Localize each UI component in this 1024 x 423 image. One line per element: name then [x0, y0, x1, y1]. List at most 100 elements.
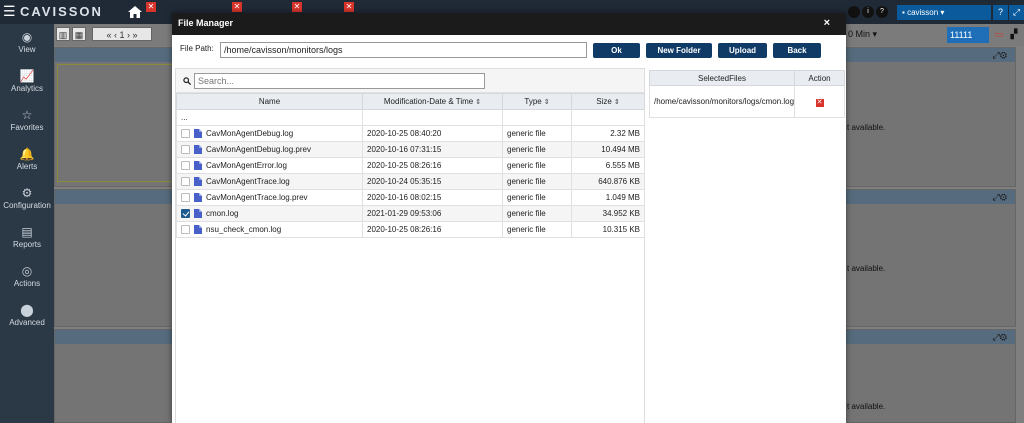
file-icon: [194, 129, 202, 139]
info-icon[interactable]: i: [862, 6, 874, 18]
file-checkbox[interactable]: [181, 225, 190, 235]
selected-file-path: /home/cavisson/monitors/logs/cmon.log: [649, 85, 795, 118]
layout-icon[interactable]: ▞: [1008, 27, 1020, 41]
selected-file-row: /home/cavisson/monitors/logs/cmon.log ✕: [649, 85, 845, 118]
dialog-header: File Manager ×: [172, 13, 846, 35]
file-icon: [194, 145, 202, 155]
upload-button[interactable]: Upload: [718, 43, 767, 58]
column-header-type[interactable]: Type ⇕: [502, 93, 572, 110]
not-available-text: t available.: [847, 402, 886, 411]
panel-settings-icon[interactable]: ⤢⚙: [993, 50, 1007, 61]
file-checkbox[interactable]: [181, 177, 190, 187]
close-icon[interactable]: ×: [824, 17, 830, 29]
file-icon: [194, 193, 202, 203]
column-header-size[interactable]: Size ⇕: [571, 93, 645, 110]
file-modified: 2020-10-24 05:35:15: [362, 173, 503, 190]
file-checkbox[interactable]: [181, 209, 190, 219]
file-size: 6.555 MB: [571, 157, 645, 174]
sidebar-item-view[interactable]: ◉ View: [0, 26, 54, 65]
help-circle-icon[interactable]: ?: [876, 6, 888, 18]
help-icon[interactable]: ?: [993, 5, 1008, 20]
search-icon: [183, 77, 191, 85]
sidebar-item-favorites[interactable]: ☆ Favorites: [0, 104, 54, 143]
table-row[interactable]: CavMonAgentTrace.log.prev 2020-10-16 08:0…: [176, 189, 645, 206]
document-icon: ▤: [21, 225, 33, 239]
file-modified: 2020-10-25 08:40:20: [362, 125, 503, 142]
file-size: 10.315 KB: [571, 221, 645, 238]
file-name: CavMonAgentDebug.log: [206, 128, 294, 138]
ok-button[interactable]: Ok: [593, 43, 640, 58]
panel-settings-icon[interactable]: ⤢⚙: [993, 332, 1007, 343]
sidebar-item-configuration[interactable]: ⚙ Configuration: [0, 182, 54, 221]
file-icon: [194, 225, 202, 235]
table-row[interactable]: nsu_check_cmon.log 2020-10-25 08:26:16 gen…: [176, 221, 645, 238]
sidebar-item-reports[interactable]: ▤ Reports: [0, 221, 54, 260]
chart-line-icon: 📈: [19, 69, 35, 83]
file-checkbox[interactable]: [181, 129, 190, 139]
close-tab-icon[interactable]: ✕: [344, 2, 354, 12]
value-input[interactable]: 11111: [947, 27, 989, 43]
table-row[interactable]: CavMonAgentDebug.log.prev 2020-10-16 07:3…: [176, 141, 645, 158]
actions-icon: ◎: [21, 264, 33, 278]
eye-icon: ◉: [21, 30, 33, 44]
table-row[interactable]: cmon.log 2021-01-29 09:53:06 generic file 3…: [176, 205, 645, 222]
not-available-text: t available.: [847, 264, 886, 273]
close-tab-icon[interactable]: ✕: [292, 2, 302, 12]
sidebar: ◉ View 📈 Analytics ☆ Favorites 🔔 Alerts …: [0, 24, 54, 423]
sort-icon: ⇕: [475, 99, 482, 106]
close-tab-icon[interactable]: ✕: [232, 2, 242, 12]
column-header-name[interactable]: Name: [176, 93, 363, 110]
file-size: 10.494 MB: [571, 141, 645, 158]
table-row[interactable]: CavMonAgentError.log 2020-10-25 08:26:16 g…: [176, 157, 645, 174]
sidebar-item-alerts[interactable]: 🔔 Alerts: [0, 143, 54, 182]
file-checkbox[interactable]: [181, 161, 190, 171]
selected-files-header: SelectedFiles: [649, 70, 795, 86]
bar-chart-icon[interactable]: ▥: [56, 27, 70, 41]
column-header-modified[interactable]: Modification-Date & Time ⇕: [362, 93, 503, 110]
selected-files-table: SelectedFiles Action /home/cavisson/moni…: [649, 70, 845, 118]
search-input[interactable]: [194, 73, 485, 89]
file-icon: [194, 177, 202, 187]
file-icon: [194, 161, 202, 171]
new-folder-button[interactable]: New Folder: [646, 43, 712, 58]
table-header-row: Name Modification-Date & Time ⇕ Type ⇕ Siz…: [176, 93, 645, 110]
file-checkbox[interactable]: [181, 145, 190, 155]
file-table: Name Modification-Date & Time ⇕ Type ⇕ Siz…: [176, 93, 645, 238]
file-type: generic file: [502, 157, 572, 174]
file-manager-dialog: File Manager × File Path: Ok New Folder …: [172, 13, 846, 423]
file-path-label: File Path:: [180, 44, 214, 53]
sidebar-item-advanced[interactable]: ⬤ Advanced: [0, 299, 54, 338]
sidebar-item-analytics[interactable]: 📈 Analytics: [0, 65, 54, 104]
file-size: 2.32 MB: [571, 125, 645, 142]
file-type: generic file: [502, 205, 572, 222]
parent-directory-row[interactable]: ...: [176, 109, 645, 126]
back-button[interactable]: Back: [773, 43, 821, 58]
controller-dropdown[interactable]: ▪ cavisson ▾: [897, 5, 991, 20]
table-row[interactable]: CavMonAgentTrace.log 2020-10-24 05:35:15 g…: [176, 173, 645, 190]
file-name: cmon.log: [206, 208, 239, 218]
advanced-icon: ⬤: [20, 303, 34, 317]
time-select[interactable]: 0 Min ▾: [848, 29, 877, 40]
file-name-cell: nsu_check_cmon.log: [176, 221, 363, 238]
bell-icon: 🔔: [19, 147, 35, 161]
sort-icon: ⇕: [543, 99, 550, 106]
home-icon[interactable]: [128, 6, 142, 18]
hamburger-menu-icon[interactable]: ☰: [3, 4, 16, 18]
table-row[interactable]: CavMonAgentDebug.log 2020-10-25 08:40:20 g…: [176, 125, 645, 142]
panel-settings-icon[interactable]: ⤢⚙: [993, 192, 1007, 203]
file-path-input[interactable]: [220, 42, 587, 58]
parent-directory-link[interactable]: ...: [176, 109, 363, 126]
file-name-cell: cmon.log: [176, 205, 363, 222]
file-checkbox[interactable]: [181, 193, 190, 203]
expand-icon[interactable]: ⤢: [1009, 5, 1024, 20]
sidebar-item-actions[interactable]: ◎ Actions: [0, 260, 54, 299]
pagination-controls[interactable]: « ‹ 1 › »: [92, 27, 152, 41]
gears-icon: ⚙: [21, 186, 33, 200]
status-dot-icon: [848, 6, 860, 18]
close-tab-icon[interactable]: ✕: [146, 2, 156, 12]
grid-icon[interactable]: ▦: [72, 27, 86, 41]
file-name: CavMonAgentTrace.log.prev: [206, 192, 308, 202]
monitor-icon[interactable]: ▭: [993, 27, 1005, 41]
delete-icon[interactable]: ✕: [815, 98, 824, 107]
file-icon: [194, 209, 202, 219]
